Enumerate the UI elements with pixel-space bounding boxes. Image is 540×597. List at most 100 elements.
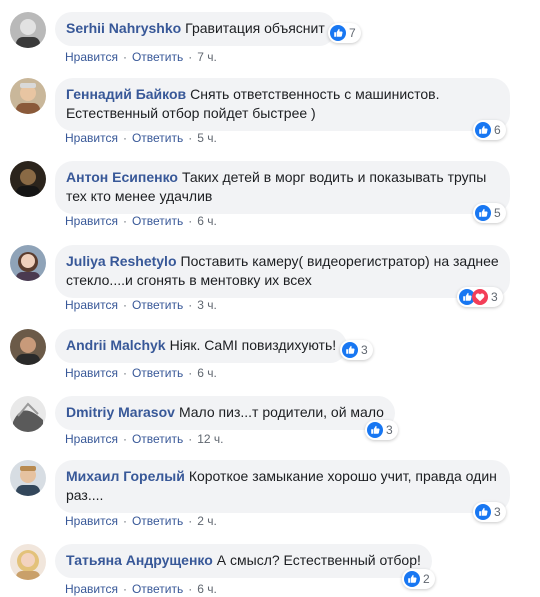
reaction-count: 3 [491,290,498,304]
like-icon [367,422,383,438]
avatar[interactable] [10,78,46,114]
comment-text: Ніяк. CaMI повиздихують! [169,337,337,353]
reaction-count: 6 [494,123,501,137]
reaction-count: 3 [494,505,501,519]
reaction-summary[interactable]: 7 [328,23,361,43]
reaction-count: 5 [494,206,501,220]
comment-time[interactable]: 2 ч. [197,514,217,528]
comment-author[interactable]: Татьяна Андрущенко [66,552,213,568]
comment-bubble: Антон Есипенко Таких детей в морг водить … [55,161,510,214]
reply-link[interactable]: Ответить [132,298,183,312]
comment-actions: Нравится · Ответить · 6 ч. [65,582,217,596]
comment-actions: Нравится · Ответить · 12 ч. [65,432,224,446]
like-link[interactable]: Нравится [65,514,118,528]
like-icon [404,571,420,587]
separator-dot: · [122,298,127,312]
comment-bubble: Andrii Malchyk Ніяк. CaMI повиздихують! [55,329,348,363]
comment-time[interactable]: 12 ч. [197,432,223,446]
separator-dot: · [122,50,127,64]
comment-bubble: Juliya Reshetylo Поставить камеру( видеор… [55,245,510,298]
separator-dot: · [188,432,193,446]
separator-dot: · [122,214,127,228]
like-link[interactable]: Нравится [65,298,118,312]
like-icon [475,504,491,520]
avatar[interactable] [10,544,46,580]
reply-link[interactable]: Ответить [132,214,183,228]
comment-actions: Нравится · Ответить · 6 ч. [65,366,217,380]
like-icon [330,25,346,41]
reaction-count: 3 [361,343,368,357]
comment-author[interactable]: Антон Есипенко [66,169,178,185]
comment-bubble: Serhii Nahryshko Гравитация объяснит [55,12,336,46]
comment-time[interactable]: 3 ч. [197,298,217,312]
reply-link[interactable]: Ответить [132,366,183,380]
comment-actions: Нравится · Ответить · 2 ч. [65,514,217,528]
reply-link[interactable]: Ответить [132,131,183,145]
like-link[interactable]: Нравится [65,131,118,145]
comment-time[interactable]: 6 ч. [197,214,217,228]
reaction-count: 2 [423,572,430,586]
comment-text: А смысл? Естественный отбор! [216,552,421,568]
avatar[interactable] [10,329,46,365]
avatar[interactable] [10,460,46,496]
comment-author[interactable]: Andrii Malchyk [66,337,166,353]
separator-dot: · [122,514,127,528]
like-link[interactable]: Нравится [65,582,118,596]
separator-dot: · [122,366,127,380]
comment-bubble: Dmitriy Marasov Мало пиз...т родители, ой… [55,396,395,430]
comment-time[interactable]: 5 ч. [197,131,217,145]
comment-actions: Нравится · Ответить · 5 ч. [65,131,217,145]
reaction-summary[interactable]: 5 [473,203,506,223]
like-icon [342,342,358,358]
reaction-summary[interactable]: 2 [402,569,435,589]
comment-actions: Нравится · Ответить · 6 ч. [65,214,217,228]
comment-author[interactable]: Serhii Nahryshko [66,20,181,36]
separator-dot: · [122,582,127,596]
comment-time[interactable]: 6 ч. [197,366,217,380]
separator-dot: · [188,131,193,145]
separator-dot: · [188,214,193,228]
comment-actions: Нравится · Ответить · 3 ч. [65,298,217,312]
like-icon [475,205,491,221]
separator-dot: · [188,50,193,64]
reaction-summary[interactable]: 6 [473,120,506,140]
reaction-count: 3 [386,423,393,437]
love-icon [472,289,488,305]
separator-dot: · [188,366,193,380]
comment-actions: Нравится · Ответить · 7 ч. [65,50,217,64]
comment-bubble: Татьяна Андрущенко А смысл? Естественный … [55,544,432,578]
avatar[interactable] [10,245,46,281]
like-link[interactable]: Нравится [65,50,118,64]
comment-author[interactable]: Dmitriy Marasov [66,404,175,420]
like-link[interactable]: Нравится [65,432,118,446]
reply-link[interactable]: Ответить [132,514,183,528]
comment-author[interactable]: Михаил Горелый [66,468,185,484]
comment-text: Мало пиз...т родители, ой мало [178,404,384,420]
reaction-summary[interactable]: 3 [457,287,503,307]
like-link[interactable]: Нравится [65,214,118,228]
separator-dot: · [188,514,193,528]
avatar[interactable] [10,12,46,48]
separator-dot: · [122,131,127,145]
reply-link[interactable]: Ответить [132,50,183,64]
comment-author[interactable]: Juliya Reshetylo [66,253,177,269]
comment-author[interactable]: Геннадий Байков [66,86,186,102]
separator-dot: · [122,432,127,446]
reaction-count: 7 [349,26,356,40]
comment-time[interactable]: 7 ч. [197,50,217,64]
reaction-summary[interactable]: 3 [340,340,373,360]
like-icon [475,122,491,138]
avatar[interactable] [10,161,46,197]
comment-time[interactable]: 6 ч. [197,582,217,596]
reply-link[interactable]: Ответить [132,432,183,446]
reaction-summary[interactable]: 3 [365,420,398,440]
comment-text: Гравитация объяснит [185,20,325,36]
reaction-summary[interactable]: 3 [473,502,506,522]
comment-bubble: Геннадий Байков Снять ответственность с м… [55,78,510,131]
comment-bubble: Михаил Горелый Короткое замыкание хорошо … [55,460,510,513]
like-link[interactable]: Нравится [65,366,118,380]
separator-dot: · [188,582,193,596]
avatar[interactable] [10,396,46,432]
reply-link[interactable]: Ответить [132,582,183,596]
separator-dot: · [188,298,193,312]
